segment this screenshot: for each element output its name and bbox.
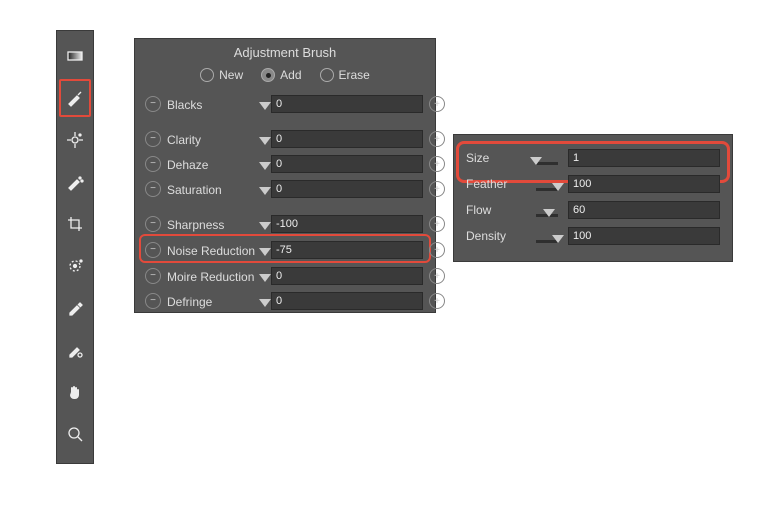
slider-row-clarity: −Clarity+ bbox=[135, 125, 435, 150]
brush-mode-row: New Add Erase bbox=[135, 66, 435, 90]
increase-button[interactable]: + bbox=[429, 216, 445, 232]
brush-value-input[interactable] bbox=[568, 201, 720, 219]
value-input[interactable] bbox=[271, 180, 423, 198]
value-input[interactable] bbox=[271, 267, 423, 285]
slider-row-defringe: −Defringe+ bbox=[135, 287, 435, 312]
slider-label: Noise Reduction bbox=[167, 242, 259, 258]
increase-button[interactable]: + bbox=[429, 181, 445, 197]
decrease-button[interactable]: − bbox=[145, 268, 161, 284]
radial-tool[interactable] bbox=[59, 247, 91, 285]
slider-thumb-icon[interactable] bbox=[552, 235, 564, 243]
increase-button[interactable]: + bbox=[429, 96, 445, 112]
brush-tool[interactable] bbox=[59, 79, 91, 117]
increase-button[interactable]: + bbox=[429, 131, 445, 147]
brush-row-density: Density bbox=[464, 221, 722, 247]
slider-row-sharpness: −Sharpness+ bbox=[135, 210, 435, 235]
slider-thumb-icon[interactable] bbox=[259, 102, 271, 110]
decrease-button[interactable]: − bbox=[145, 293, 161, 309]
radio-label: New bbox=[219, 68, 243, 82]
slider-row-moire-reduction: −Moire Reduction+ bbox=[135, 262, 435, 287]
slider-thumb-icon[interactable] bbox=[259, 187, 271, 195]
slider-thumb-icon[interactable] bbox=[259, 162, 271, 170]
decrease-button[interactable]: − bbox=[145, 181, 161, 197]
slider-thumb-icon[interactable] bbox=[543, 209, 555, 217]
brush-row-size: Size bbox=[464, 143, 722, 169]
mode-radio-new[interactable]: New bbox=[200, 68, 243, 82]
increase-button[interactable]: + bbox=[429, 293, 445, 309]
radio-icon bbox=[200, 68, 214, 82]
hand-tool[interactable] bbox=[59, 373, 91, 411]
brush-label: Density bbox=[466, 229, 526, 243]
radio-icon bbox=[320, 68, 334, 82]
vertical-toolbar bbox=[56, 30, 94, 464]
slider-thumb-icon[interactable] bbox=[530, 157, 542, 165]
brush-label: Feather bbox=[466, 177, 526, 191]
crop-tool[interactable] bbox=[59, 205, 91, 243]
slider-thumb-icon[interactable] bbox=[259, 248, 271, 256]
slider-thumb-icon[interactable] bbox=[552, 183, 564, 191]
slider-label: Saturation bbox=[167, 181, 259, 197]
value-input[interactable] bbox=[271, 95, 423, 113]
increase-button[interactable]: + bbox=[429, 156, 445, 172]
increase-button[interactable]: + bbox=[429, 242, 445, 258]
brush-value-input[interactable] bbox=[568, 175, 720, 193]
eyedropper-tool[interactable] bbox=[59, 289, 91, 327]
slider-label: Sharpness bbox=[167, 216, 259, 232]
radio-label: Erase bbox=[339, 68, 370, 82]
increase-button[interactable]: + bbox=[429, 268, 445, 284]
adjustment-brush-panel: Adjustment Brush NewAddErase −Blacks+−Cl… bbox=[134, 38, 436, 313]
slider-thumb-icon[interactable] bbox=[259, 299, 271, 307]
radio-label: Add bbox=[280, 68, 301, 82]
brush-settings-panel: Size Feather Flow Density bbox=[453, 134, 733, 262]
decrease-button[interactable]: − bbox=[145, 242, 161, 258]
slider-label: Dehaze bbox=[167, 156, 259, 172]
brush-value-input[interactable] bbox=[568, 149, 720, 167]
slider-row-noise-reduction: −Noise Reduction+ bbox=[141, 236, 429, 261]
slider-thumb-icon[interactable] bbox=[259, 274, 271, 282]
value-input[interactable] bbox=[271, 241, 423, 259]
value-input[interactable] bbox=[271, 215, 423, 233]
decrease-button[interactable]: − bbox=[145, 131, 161, 147]
slider-label: Moire Reduction bbox=[167, 268, 259, 284]
target-adjust-tool[interactable] bbox=[59, 121, 91, 159]
brush-row-flow: Flow bbox=[464, 195, 722, 221]
brush-label: Flow bbox=[466, 203, 526, 217]
brush-slider[interactable] bbox=[536, 225, 558, 247]
brush-value-input[interactable] bbox=[568, 227, 720, 245]
zoom-tool[interactable] bbox=[59, 415, 91, 453]
panel-title: Adjustment Brush bbox=[135, 39, 435, 66]
mode-radio-add[interactable]: Add bbox=[261, 68, 301, 82]
slider-thumb-icon[interactable] bbox=[259, 222, 271, 230]
value-input[interactable] bbox=[271, 292, 423, 310]
slider-row-dehaze: −Dehaze+ bbox=[135, 150, 435, 175]
value-input[interactable] bbox=[271, 155, 423, 173]
slider-row-blacks: −Blacks+ bbox=[135, 90, 435, 115]
slider-thumb-icon[interactable] bbox=[259, 137, 271, 145]
slider-row-saturation: −Saturation+ bbox=[135, 175, 435, 200]
radio-icon bbox=[261, 68, 275, 82]
slider-label: Defringe bbox=[167, 293, 259, 309]
decrease-button[interactable]: − bbox=[145, 156, 161, 172]
value-input[interactable] bbox=[271, 130, 423, 148]
mode-radio-erase[interactable]: Erase bbox=[320, 68, 370, 82]
decrease-button[interactable]: − bbox=[145, 216, 161, 232]
brush-slider[interactable] bbox=[536, 173, 558, 195]
spot-clean-tool[interactable] bbox=[59, 163, 91, 201]
brush-row-feather: Feather bbox=[464, 169, 722, 195]
gradient-tool[interactable] bbox=[59, 37, 91, 75]
brush-slider[interactable] bbox=[536, 147, 558, 169]
color-sampler-tool[interactable] bbox=[59, 331, 91, 369]
decrease-button[interactable]: − bbox=[145, 96, 161, 112]
brush-slider[interactable] bbox=[536, 199, 558, 221]
slider-label: Blacks bbox=[167, 96, 259, 112]
slider-label: Clarity bbox=[167, 131, 259, 147]
brush-label: Size bbox=[466, 151, 526, 165]
